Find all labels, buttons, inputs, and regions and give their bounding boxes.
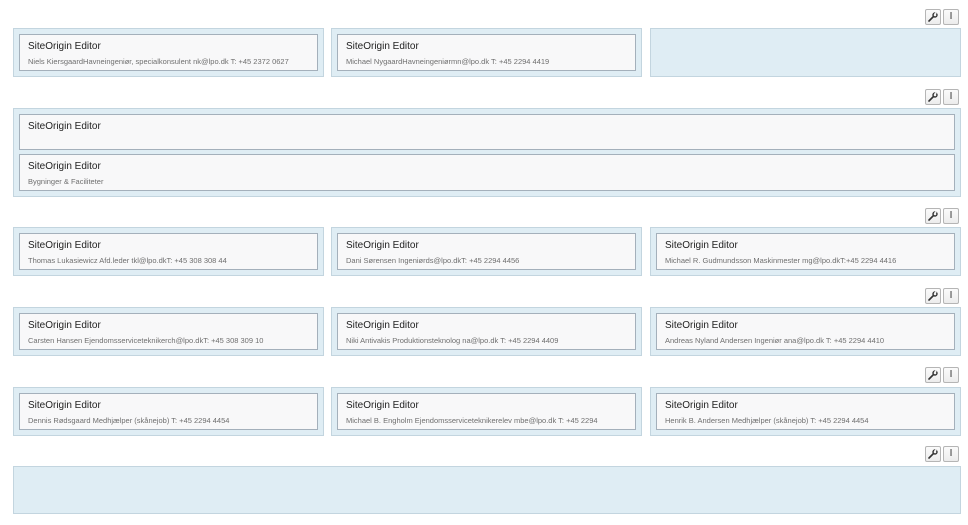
- row-5-move-button[interactable]: I: [943, 367, 959, 383]
- widget-card[interactable]: SiteOrigin Editor Dennis Rødsgaard Medhj…: [19, 393, 318, 430]
- row-4-toolbar: I: [925, 288, 959, 304]
- widget-description: Michael R. Gudmundsson Maskinmester mg@l…: [665, 256, 897, 265]
- widget-card[interactable]: SiteOrigin Editor Bygninger & Facilitete…: [19, 154, 955, 191]
- row-3-move-button[interactable]: I: [943, 208, 959, 224]
- widget-card[interactable]: SiteOrigin Editor: [19, 114, 955, 150]
- row-2-move-button[interactable]: I: [943, 89, 959, 105]
- widget-description: Michael B. Engholm Ejendomsserviceteknik…: [346, 416, 598, 425]
- widget-title: SiteOrigin Editor: [665, 240, 738, 251]
- row-3-toolbar: I: [925, 208, 959, 224]
- row-1-settings-button[interactable]: [925, 9, 941, 25]
- widget-card[interactable]: SiteOrigin Editor Michael R. Gudmundsson…: [656, 233, 955, 270]
- row-2-settings-button[interactable]: [925, 89, 941, 105]
- widget-card[interactable]: SiteOrigin Editor Michael B. Engholm Eje…: [337, 393, 636, 430]
- widget-title: SiteOrigin Editor: [346, 240, 419, 251]
- widget-card[interactable]: SiteOrigin Editor Dani Sørensen Ingeniør…: [337, 233, 636, 270]
- row-5-settings-button[interactable]: [925, 367, 941, 383]
- widget-title: SiteOrigin Editor: [28, 41, 101, 52]
- widget-title: SiteOrigin Editor: [28, 161, 101, 172]
- wrench-icon: [928, 12, 938, 22]
- widget-description: Thomas Lukasiewicz Afd.leder tkl@lpo.dkT…: [28, 256, 227, 265]
- wrench-icon: [928, 449, 938, 459]
- row-6-toolbar: I: [925, 446, 959, 462]
- widget-card[interactable]: SiteOrigin Editor Carsten Hansen Ejendom…: [19, 313, 318, 350]
- row-6-cell-1[interactable]: [13, 466, 961, 514]
- widget-title: SiteOrigin Editor: [665, 320, 738, 331]
- widget-card[interactable]: SiteOrigin Editor Niki Antivakis Produkt…: [337, 313, 636, 350]
- row-3-settings-button[interactable]: [925, 208, 941, 224]
- widget-title: SiteOrigin Editor: [28, 400, 101, 411]
- widget-title: SiteOrigin Editor: [28, 320, 101, 331]
- widget-title: SiteOrigin Editor: [665, 400, 738, 411]
- widget-title: SiteOrigin Editor: [346, 41, 419, 52]
- wrench-icon: [928, 211, 938, 221]
- widget-card[interactable]: SiteOrigin Editor Andreas Nyland Anderse…: [656, 313, 955, 350]
- wrench-icon: [928, 370, 938, 380]
- wrench-icon: [928, 291, 938, 301]
- widget-description: Henrik B. Andersen Medhjælper (skånejob)…: [665, 416, 869, 425]
- row-6-move-button[interactable]: I: [943, 446, 959, 462]
- widget-description: Michael NygaardHavneingeniørmn@lpo.dk T:…: [346, 57, 550, 66]
- widget-card[interactable]: SiteOrigin Editor Henrik B. Andersen Med…: [656, 393, 955, 430]
- widget-card[interactable]: SiteOrigin Editor Michael NygaardHavnein…: [337, 34, 636, 71]
- widget-description: Andreas Nyland Andersen Ingeniør ana@lpo…: [665, 336, 885, 345]
- widget-description: Dennis Rødsgaard Medhjælper (skånejob) T…: [28, 416, 230, 425]
- widget-card[interactable]: SiteOrigin Editor Thomas Lukasiewicz Afd…: [19, 233, 318, 270]
- i-beam-icon: I: [949, 448, 953, 459]
- widget-description: Niels KiersgaardHavneingeniør, specialko…: [28, 57, 289, 66]
- row-2-toolbar: I: [925, 89, 959, 105]
- row-1-move-button[interactable]: I: [943, 9, 959, 25]
- widget-description: Niki Antivakis Produktionsteknolog na@lp…: [346, 336, 559, 345]
- i-beam-icon: I: [949, 91, 953, 102]
- row-6-settings-button[interactable]: [925, 446, 941, 462]
- row-4-move-button[interactable]: I: [943, 288, 959, 304]
- widget-title: SiteOrigin Editor: [346, 400, 419, 411]
- row-5-toolbar: I: [925, 367, 959, 383]
- i-beam-icon: I: [949, 210, 953, 221]
- widget-title: SiteOrigin Editor: [28, 121, 101, 132]
- wrench-icon: [928, 92, 938, 102]
- widget-title: SiteOrigin Editor: [346, 320, 419, 331]
- row-1-toolbar: I: [925, 9, 959, 25]
- i-beam-icon: I: [949, 369, 953, 380]
- row-4-settings-button[interactable]: [925, 288, 941, 304]
- widget-description: Bygninger & Faciliteter: [28, 177, 104, 186]
- widget-description: Carsten Hansen Ejendomsserviceteknikerch…: [28, 336, 264, 345]
- i-beam-icon: I: [949, 11, 953, 22]
- row-1-cell-3[interactable]: [650, 28, 961, 77]
- widget-card[interactable]: SiteOrigin Editor Niels KiersgaardHavnei…: [19, 34, 318, 71]
- i-beam-icon: I: [949, 290, 953, 301]
- widget-description: Dani Sørensen Ingeniørds@lpo.dkT: +45 22…: [346, 256, 520, 265]
- widget-title: SiteOrigin Editor: [28, 240, 101, 251]
